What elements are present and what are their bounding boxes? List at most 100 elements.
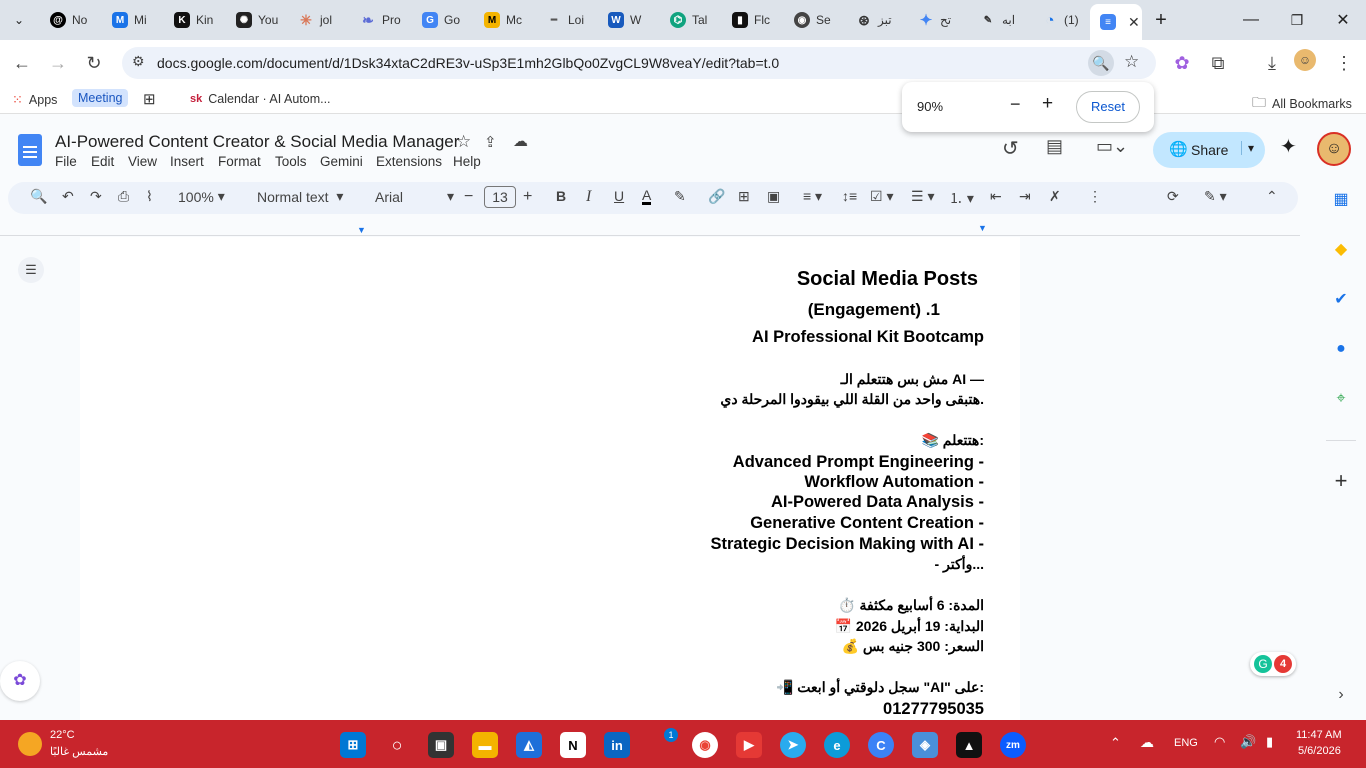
chrome-icon[interactable]: ◉ — [692, 732, 718, 758]
link-icon[interactable]: 🔗 — [708, 188, 725, 205]
calendar-icon[interactable]: ▦ — [1330, 188, 1352, 210]
wifi-icon[interactable]: ◠ — [1214, 734, 1225, 750]
paint-format-icon[interactable]: ⌇ — [146, 188, 153, 205]
profile-avatar[interactable]: ☺ — [1294, 49, 1316, 71]
app-icon[interactable]: ◈ — [912, 732, 938, 758]
tab-5[interactable]: ✳ jol — [288, 6, 344, 34]
menu-view[interactable]: View — [128, 154, 157, 169]
menu-format[interactable]: Format — [218, 154, 261, 169]
style-select[interactable]: Normal text ▾ — [257, 188, 343, 205]
tab-6[interactable]: ❧ Pro — [350, 6, 406, 34]
expand-panel-icon[interactable]: › — [1330, 684, 1352, 706]
tasks-icon[interactable]: ✔ — [1330, 288, 1352, 310]
bookmark-star-icon[interactable]: ☆ — [1124, 52, 1139, 72]
vpn-icon[interactable]: ▲ — [956, 732, 982, 758]
indent-increase-icon[interactable]: ⇥ — [1019, 188, 1031, 205]
tab-7[interactable]: G Go — [412, 6, 468, 34]
bookmark-apps[interactable]: ⁙ Apps — [12, 92, 57, 108]
forward-icon[interactable]: → — [44, 49, 72, 77]
font-size-increase[interactable]: + — [523, 188, 532, 206]
tab-12[interactable]: ▮ Flc — [722, 6, 778, 34]
bookmark-meeting[interactable]: Meeting — [72, 89, 129, 107]
zoom-select[interactable]: 100% ▾ — [178, 188, 225, 205]
close-tab-icon[interactable]: ✕ — [1128, 14, 1140, 31]
ai-assist-icon[interactable]: ⟳ — [1167, 188, 1179, 205]
zoom-out-button[interactable]: − — [1010, 94, 1021, 115]
reload-icon[interactable]: ↻ — [80, 49, 108, 77]
zoom-icon[interactable]: 🔍 — [1088, 50, 1114, 76]
tab-3[interactable]: K Kin — [164, 6, 220, 34]
clock-date[interactable]: 5/6/2026 — [1298, 745, 1341, 757]
linkedin-icon[interactable]: in — [604, 732, 630, 758]
menu-tools[interactable]: Tools — [275, 154, 307, 169]
meet-icon[interactable]: ▭⌄ — [1096, 136, 1128, 157]
tray-overflow-icon[interactable]: ⌃ — [1110, 735, 1121, 751]
share-button[interactable]: 🌐 Share ▾ — [1153, 132, 1265, 168]
outline-icon[interactable]: ☰ — [18, 257, 44, 283]
cloud-status-icon[interactable]: ☁ — [513, 132, 528, 150]
indent-decrease-icon[interactable]: ⇤ — [990, 188, 1002, 205]
collapse-toolbar-icon[interactable]: ⌃ — [1266, 188, 1278, 205]
maps-icon[interactable]: ⌖ — [1330, 388, 1352, 410]
tab-2[interactable]: M Mi — [102, 6, 158, 34]
font-size-input[interactable]: 13 — [484, 186, 516, 208]
tab-9[interactable]: ━ Loi — [536, 6, 592, 34]
zoom-reset-button[interactable]: Reset — [1076, 91, 1140, 123]
image-icon[interactable]: ▣ — [767, 188, 780, 205]
text-color-icon[interactable]: A — [642, 188, 652, 205]
tab-17[interactable]: ◔ (1) — [1032, 6, 1088, 34]
menu-edit[interactable]: Edit — [91, 154, 114, 169]
keep-icon[interactable]: ◆ — [1330, 238, 1352, 260]
comments-icon[interactable]: ▤ — [1046, 136, 1063, 157]
menu-icon[interactable]: ⋮ — [1330, 49, 1358, 77]
bookmark-grid-icon[interactable]: ⊞ — [143, 90, 156, 108]
tab-11[interactable]: ⌬ Tal — [660, 6, 716, 34]
font-size-decrease[interactable]: − — [464, 188, 473, 206]
align-icon[interactable]: ≡ ▾ — [803, 188, 822, 205]
user-avatar[interactable]: ☺ — [1317, 132, 1351, 166]
add-addon-icon[interactable]: + — [1330, 468, 1352, 493]
media-icon[interactable]: ▶ — [736, 732, 762, 758]
tab-search-button[interactable]: ⌄ — [4, 0, 34, 40]
tab-4[interactable]: ✺ You — [226, 6, 282, 34]
task-view-icon[interactable]: ▣ — [428, 732, 454, 758]
share-dropdown-icon[interactable]: ▾ — [1241, 141, 1254, 155]
line-spacing-icon[interactable]: ↕≡ — [842, 188, 857, 204]
zoom-in-button[interactable]: + — [1042, 93, 1053, 115]
menu-insert[interactable]: Insert — [170, 154, 204, 169]
left-indent-marker[interactable]: ▼ — [357, 225, 366, 235]
undo-icon[interactable]: ↶ — [62, 188, 74, 205]
menu-extensions[interactable]: Extensions — [376, 154, 442, 169]
font-select[interactable]: Arial ▾ — [375, 188, 454, 205]
italic-icon[interactable]: I — [586, 188, 591, 206]
bullet-list-icon[interactable]: ☰ ▾ — [911, 188, 934, 205]
edge-icon[interactable]: e — [824, 732, 850, 758]
tab-15[interactable]: ✦ تح — [908, 6, 964, 34]
new-tab-button[interactable]: + — [1144, 0, 1178, 40]
tab-10[interactable]: WW — [598, 6, 654, 34]
extension-icon[interactable]: ✿ — [1168, 49, 1196, 77]
bookmark-calendar[interactable]: sk Calendar · AI Autom... — [190, 92, 331, 106]
search-icon[interactable]: ○ — [384, 732, 410, 758]
menu-gemini[interactable]: Gemini — [320, 154, 363, 169]
gemini-icon[interactable]: ✦ — [1280, 134, 1297, 159]
docs-logo-icon[interactable] — [18, 134, 42, 166]
redo-icon[interactable]: ↷ — [90, 188, 102, 205]
download-icon[interactable]: ⤓ — [1258, 49, 1286, 77]
move-folder-icon[interactable]: ⇪ — [484, 133, 497, 151]
start-icon[interactable]: ⊞ — [340, 732, 366, 758]
tab-14[interactable]: ⊛ تبز — [846, 6, 902, 34]
clear-format-icon[interactable]: ✗ — [1049, 188, 1061, 205]
copilot-icon[interactable]: C — [868, 732, 894, 758]
grammar-widget[interactable]: G 4 — [1250, 652, 1296, 676]
zoom-app-icon[interactable]: zm — [1000, 732, 1026, 758]
assistant-bubble-icon[interactable]: ✿ — [0, 661, 40, 701]
tab-16[interactable]: ✎ ابه — [970, 6, 1026, 34]
all-bookmarks[interactable]: 🗀 All Bookmarks — [1252, 92, 1352, 116]
cloud-tray-icon[interactable]: ☁ — [1140, 734, 1154, 751]
language-indicator[interactable]: ENG — [1174, 737, 1198, 749]
print-icon[interactable]: ⎙ — [118, 188, 129, 205]
notion-icon[interactable]: N — [560, 732, 586, 758]
maximize-button[interactable]: ❐ — [1274, 0, 1320, 40]
contacts-icon[interactable]: ● — [1330, 338, 1352, 360]
